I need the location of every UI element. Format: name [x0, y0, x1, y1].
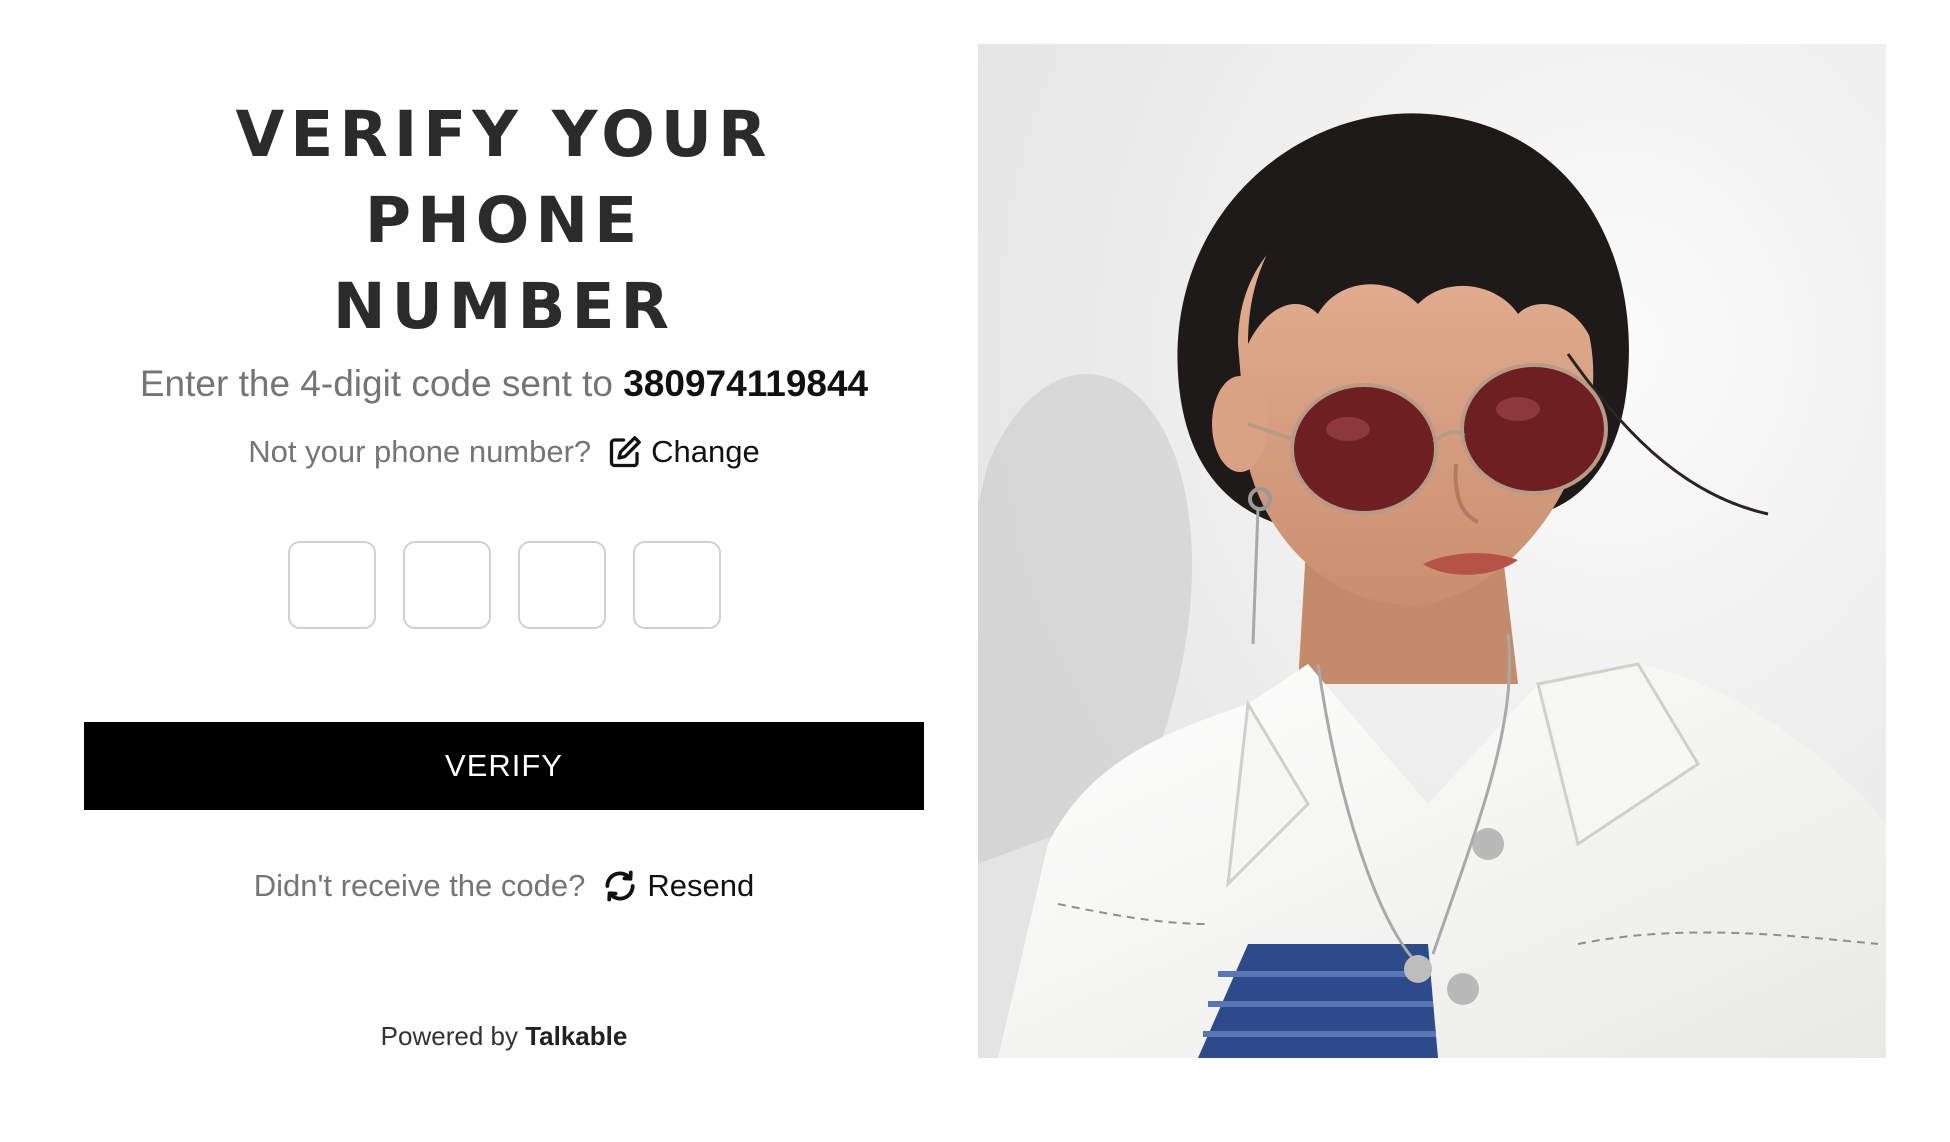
- code-sent-prefix: Enter the 4-digit code sent to: [139, 363, 613, 404]
- edit-icon: [610, 436, 642, 468]
- code-sent-message: Enter the 4-digit code sent to 380974119…: [84, 358, 924, 410]
- verification-panel: VERIFY YOUR PHONE NUMBER Enter the 4-dig…: [84, 0, 924, 1142]
- powered-by-prefix: Powered by: [380, 1021, 518, 1051]
- change-link-label: Change: [651, 434, 760, 469]
- resend-row: Didn't receive the code? Resend: [84, 862, 924, 910]
- verify-button[interactable]: VERIFY: [84, 722, 924, 810]
- code-input-group: [84, 541, 924, 629]
- page-title: VERIFY YOUR PHONE NUMBER: [84, 92, 924, 350]
- change-prompt: Not your phone number?: [248, 434, 592, 469]
- brand-name: Talkable: [525, 1021, 628, 1051]
- change-number-row: Not your phone number? Change: [84, 428, 924, 476]
- code-digit-3[interactable]: [517, 541, 606, 629]
- code-digit-1[interactable]: [287, 541, 376, 629]
- code-digit-2[interactable]: [402, 541, 491, 629]
- resend-link[interactable]: Resend: [601, 862, 754, 910]
- title-line-2: NUMBER: [332, 270, 676, 343]
- resend-prompt: Didn't receive the code?: [253, 868, 586, 903]
- phone-number: 380974119844: [623, 363, 869, 404]
- change-number-link[interactable]: Change: [607, 428, 760, 476]
- title-line-1: VERIFY YOUR PHONE: [235, 98, 773, 257]
- model-photo-illustration: [978, 44, 1886, 1058]
- refresh-icon: [605, 870, 635, 902]
- model-photo: [978, 44, 1886, 1058]
- resend-link-label: Resend: [647, 868, 755, 903]
- powered-by-footer: Powered by Talkable: [84, 1018, 924, 1054]
- verification-page: VERIFY YOUR PHONE NUMBER Enter the 4-dig…: [0, 0, 1950, 1142]
- code-digit-4[interactable]: [632, 541, 721, 629]
